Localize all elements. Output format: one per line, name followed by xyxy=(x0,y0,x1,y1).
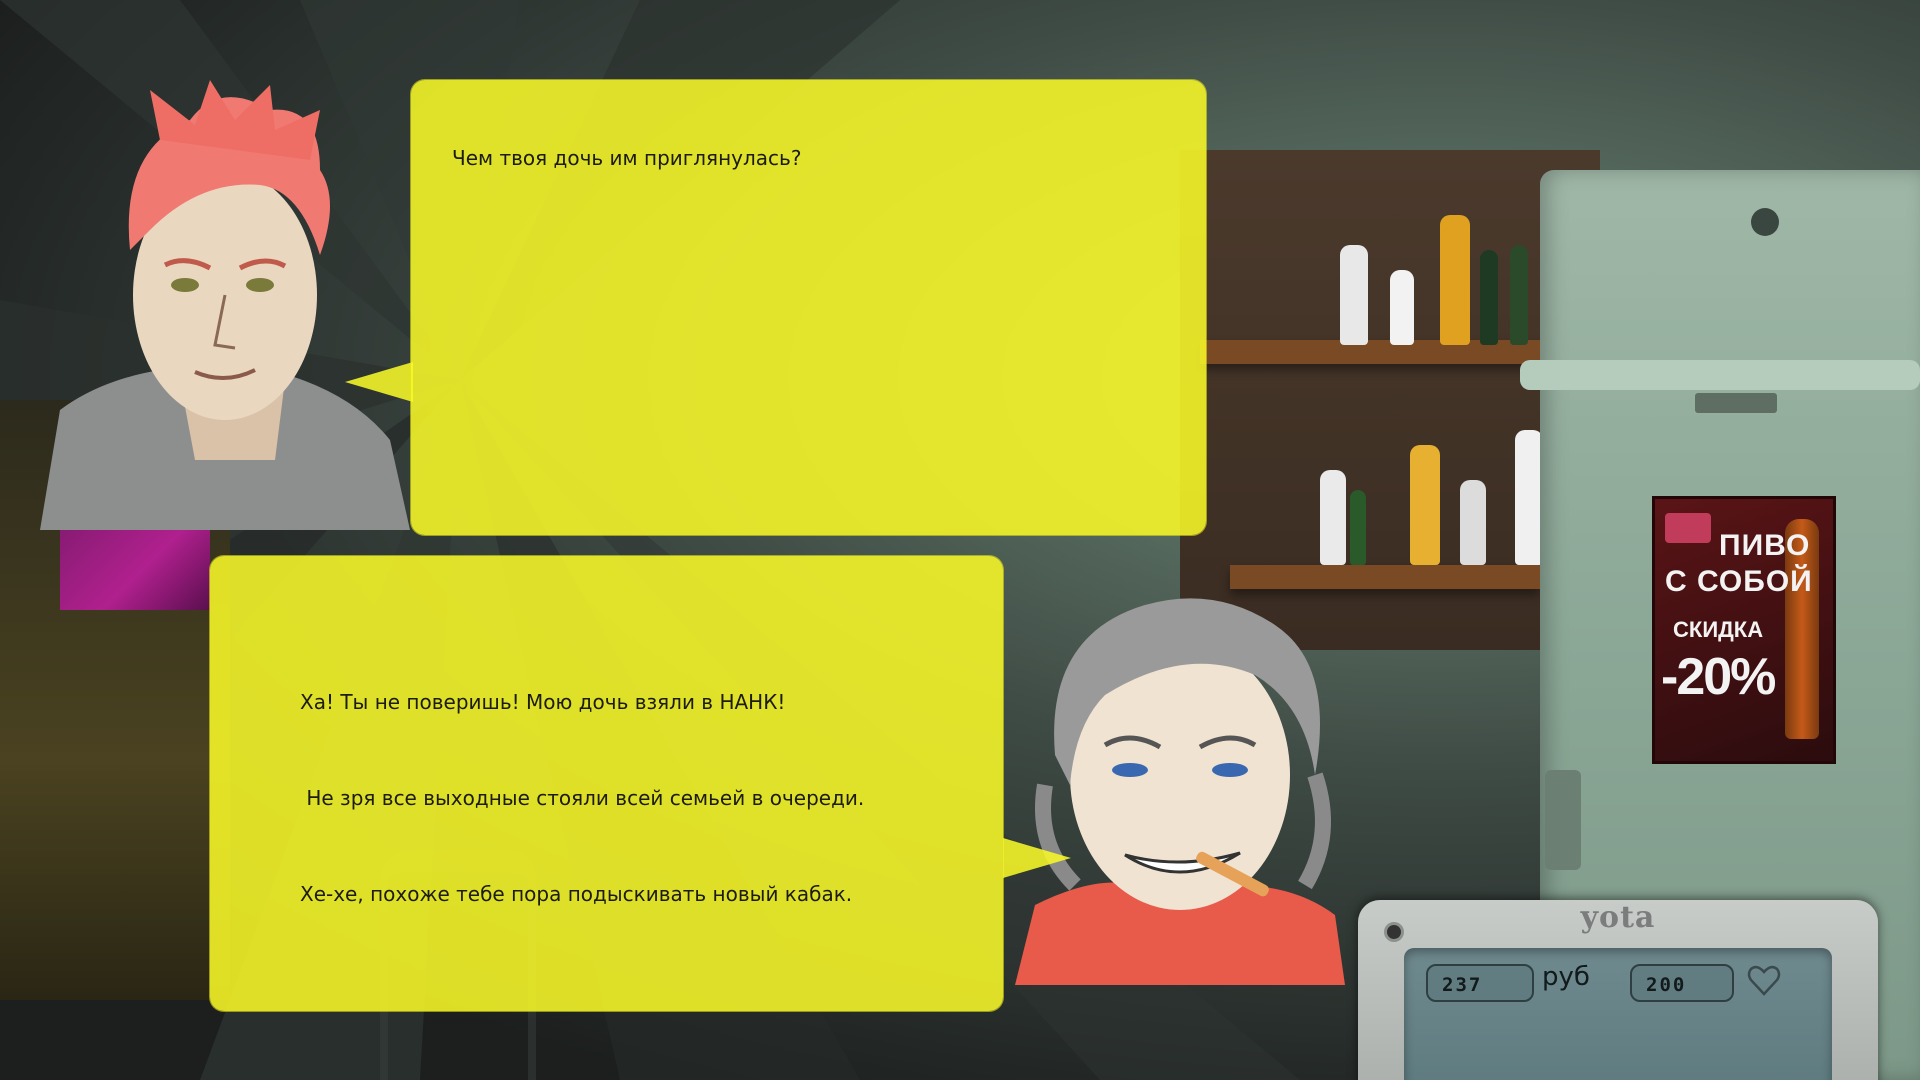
bottle xyxy=(1390,270,1414,345)
poster-text-percent: -20% xyxy=(1661,648,1776,706)
poster-text-beer: ПИВО xyxy=(1719,529,1811,562)
player-dialogue-line: Чем твоя дочь им приглянулась? xyxy=(452,146,802,170)
bottle xyxy=(1350,490,1366,565)
bottle xyxy=(1340,245,1368,345)
bottle xyxy=(1515,430,1543,565)
poster-logo xyxy=(1665,513,1711,543)
poster-text-takeaway: С СОБОЙ xyxy=(1665,565,1813,598)
money-counter: 237 xyxy=(1426,964,1534,1002)
poster-text-discount: СКИДКА xyxy=(1673,617,1764,642)
fridge-top xyxy=(1520,360,1920,390)
customer-portrait xyxy=(1015,598,1345,985)
beer-discount-poster: ПИВО С СОБОЙ СКИДКА -20% xyxy=(1652,496,1836,764)
phone-screen: 237 руб 200 xyxy=(1404,948,1832,1080)
customer-dialogue-line: Ха! Ты не поверишь! Мою дочь взяли в НАН… xyxy=(300,690,786,714)
fridge-vent xyxy=(1695,393,1777,413)
customer-dialogue-text: Ха! Ты не поверишь! Мою дочь взяли в НАН… xyxy=(300,622,864,974)
phone-brand-label: yota xyxy=(1580,900,1656,935)
heart-icon xyxy=(1747,965,1781,996)
bottle xyxy=(1460,480,1486,565)
phone-camera xyxy=(1384,922,1404,942)
bottle xyxy=(1440,215,1470,345)
bottle xyxy=(1510,245,1528,345)
player-bubble-tail xyxy=(345,362,413,402)
customer-dialogue-line: Не зря все выходные стояли всей семьей в… xyxy=(300,786,865,810)
player-portrait xyxy=(40,80,410,530)
bottle xyxy=(1480,250,1498,345)
bottle xyxy=(1320,470,1346,565)
bottle xyxy=(1410,445,1440,565)
phone-hud[interactable]: yota 237 руб 200 xyxy=(1358,900,1878,1080)
fridge-knob xyxy=(1751,208,1779,236)
money-unit-label: руб xyxy=(1542,962,1590,992)
customer-bubble-tail xyxy=(1003,838,1071,878)
health-counter: 200 xyxy=(1630,964,1734,1002)
fridge-handle xyxy=(1545,770,1581,870)
customer-dialogue-line: Хе-хе, похоже тебе пора подыскивать новы… xyxy=(300,882,853,906)
game-scene: ПИВО С СОБОЙ СКИДКА -20% Чем твоя дочь и… xyxy=(0,0,1920,1080)
